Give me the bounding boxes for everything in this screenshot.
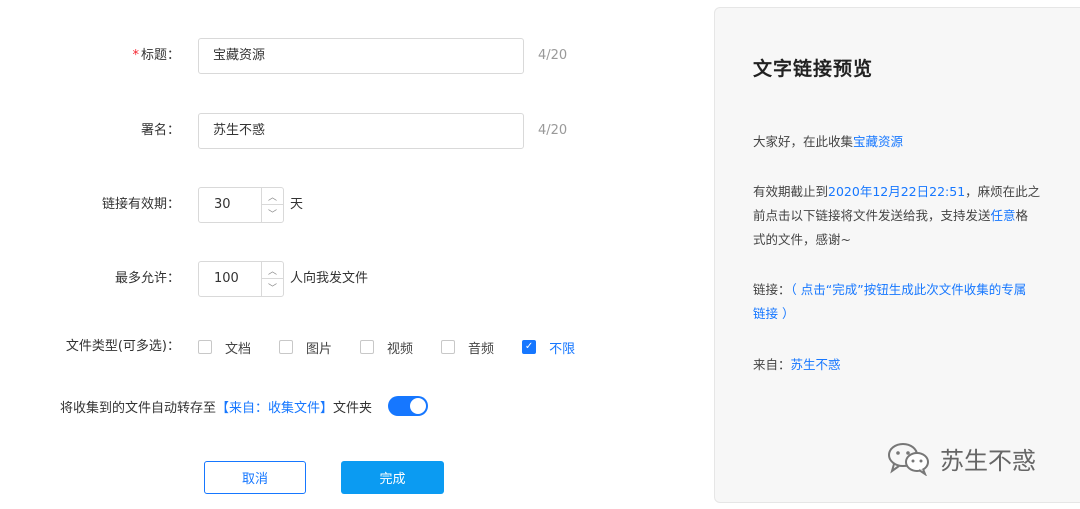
required-mark: * (132, 48, 139, 63)
preview-panel: 文字链接预览 大家好，在此收集宝藏资源 有效期截止到2020年12月22日22:… (714, 7, 1080, 503)
cancel-button[interactable]: 取消 (204, 461, 306, 494)
max-allow-stepper-buttons: ︿ ﹀ (261, 262, 283, 296)
file-type-audio[interactable]: 音频 (441, 338, 494, 357)
title-counter: 4/20 (538, 48, 568, 63)
chevron-up-icon[interactable]: ︿ (262, 262, 283, 279)
chevron-down-icon[interactable]: ﹀ (262, 279, 283, 296)
signature-counter: 4/20 (538, 123, 568, 138)
checkbox-checked[interactable]: ✓ (522, 340, 537, 354)
auto-save-prefix: 将收集到的文件自动转存至 (60, 400, 217, 416)
max-allow-unit: 人向我发文件 (290, 271, 369, 286)
checkbox[interactable] (360, 340, 375, 354)
signature-row: 署名： 苏生不惑 4/20 (0, 113, 700, 149)
max-allow-label: 最多允许： (114, 271, 180, 286)
chevron-up-icon[interactable]: ︿ (262, 188, 283, 205)
file-type-video[interactable]: 视频 (360, 338, 413, 357)
max-allow-row: 最多允许： 100 ︿ ﹀ 人向我发文件 (0, 261, 700, 297)
done-button[interactable]: 完成 (341, 461, 444, 494)
file-types-label: 文件类型(可多选)： (65, 339, 180, 354)
preview-from: 来自：苏生不惑 (753, 357, 841, 372)
preview-link: 链接：（ 点击“完成”按钮生成此次文件收集的专属 链接 ） (753, 282, 1027, 321)
max-allow-stepper[interactable]: 100 ︿ ﹀ (198, 261, 284, 297)
checkbox[interactable] (279, 340, 294, 354)
title-row: * 标题： 宝藏资源 4/20 (0, 38, 700, 74)
chevron-down-icon[interactable]: ﹀ (262, 205, 283, 222)
preview-deadline-date: 2020年12月22日22:51 (828, 184, 966, 199)
checkbox[interactable] (198, 340, 212, 354)
signature-input[interactable]: 苏生不惑 (198, 113, 524, 149)
collect-form: * 标题： 宝藏资源 4/20 署名： 苏生不惑 4/20 链接有效期： 30 ︿… (0, 0, 700, 509)
file-type-document[interactable]: 文档 (198, 338, 251, 357)
title-input[interactable]: 宝藏资源 (198, 38, 524, 74)
preview-link-text[interactable]: （ 点击“完成”按钮生成此次文件收集的专属 (791, 282, 1027, 297)
file-type-unlimited[interactable]: ✓ 不限 (522, 338, 575, 357)
file-types-row: 文件类型(可多选)： 文档 图片 视频 音频 ✓ 不限 (0, 329, 700, 365)
auto-save-suffix: 文件夹 (333, 400, 373, 416)
preview-deadline: 有效期截止到2020年12月22日22:51，麻烦在此之 前点击以下链接将文件发… (753, 184, 1041, 247)
preview-any-format: 任意 (990, 208, 1016, 223)
file-types-options: 文档 图片 视频 音频 ✓ 不限 (198, 329, 603, 365)
wechat-icon (886, 440, 932, 477)
title-label: * 标题： (132, 48, 180, 63)
check-icon: ✓ (524, 341, 534, 352)
watermark: 苏生不惑 (886, 440, 1036, 477)
preview-title: 文字链接预览 (753, 58, 874, 80)
preview-from-name: 苏生不惑 (790, 357, 841, 372)
watermark-text: 苏生不惑 (940, 446, 1036, 475)
auto-save-toggle[interactable] (388, 396, 429, 416)
validity-unit: 天 (290, 197, 304, 212)
validity-row: 链接有效期： 30 ︿ ﹀ 天 (0, 187, 700, 223)
preview-greeting-highlight: 宝藏资源 (853, 134, 904, 149)
toggle-knob (410, 398, 427, 414)
signature-label: 署名： (140, 123, 180, 138)
validity-value[interactable]: 30 (214, 188, 231, 222)
checkbox[interactable] (441, 340, 456, 354)
validity-label: 链接有效期： (101, 197, 180, 212)
validity-stepper[interactable]: 30 ︿ ﹀ (198, 187, 284, 223)
preview-link-text-cont[interactable]: 链接 ） (753, 306, 794, 321)
max-allow-value[interactable]: 100 (214, 262, 239, 296)
auto-save-row: 将收集到的文件自动转存至 【来自：收集文件】 文件夹 (60, 394, 429, 418)
auto-save-folder: 【来自：收集文件】 (216, 400, 334, 416)
file-type-image[interactable]: 图片 (279, 338, 332, 357)
validity-stepper-buttons: ︿ ﹀ (261, 188, 283, 222)
preview-greeting: 大家好，在此收集宝藏资源 (753, 134, 904, 149)
